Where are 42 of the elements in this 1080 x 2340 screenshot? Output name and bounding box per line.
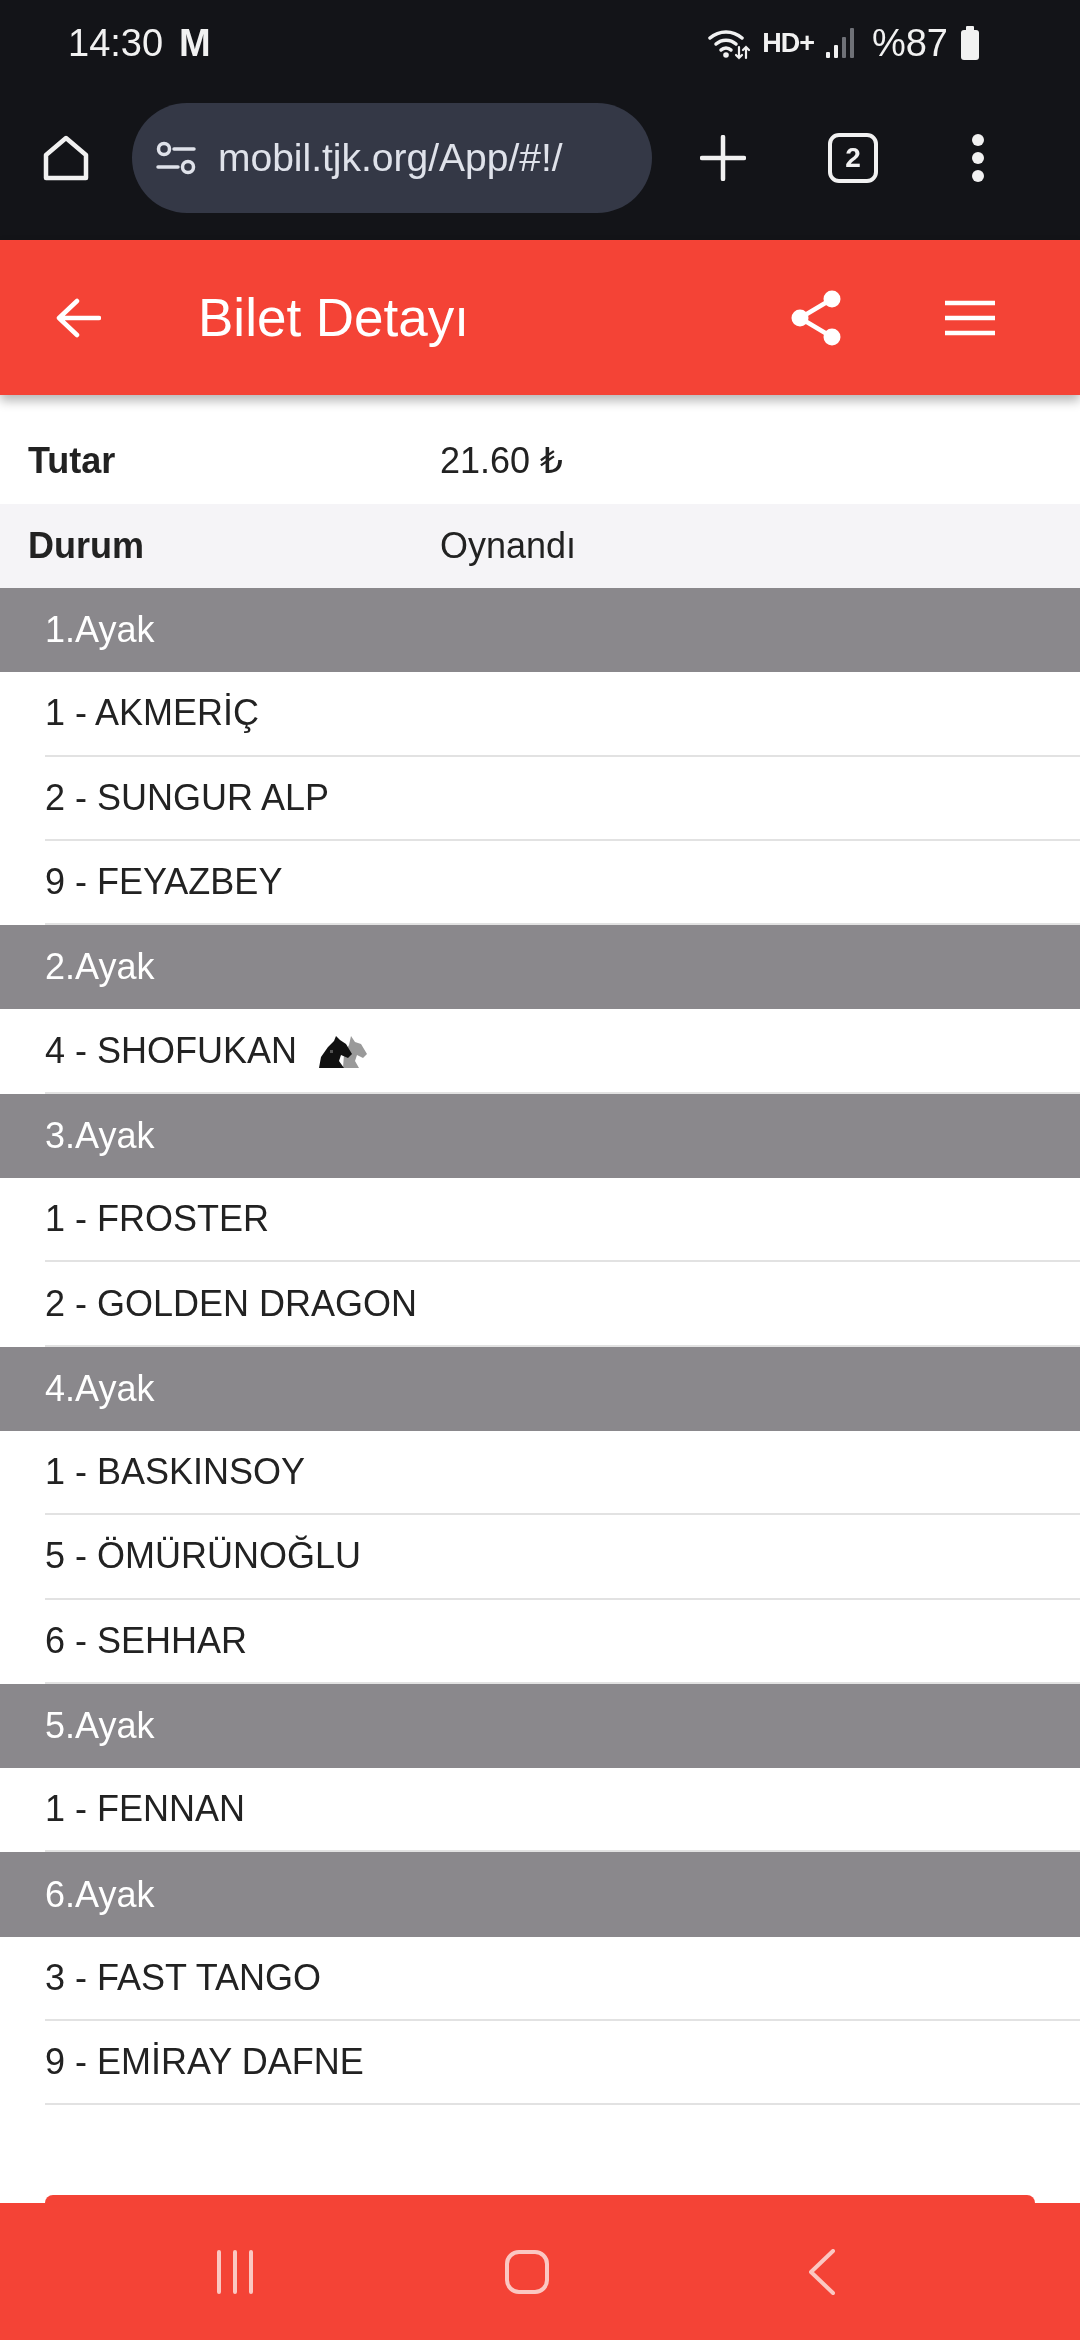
url-text: mobil.tjk.org/App/#!/ (218, 136, 563, 180)
network-type: HD+ (762, 29, 814, 57)
back-button[interactable] (55, 297, 101, 338)
leg-header: 5.Ayak (0, 1683, 1080, 1769)
leg-header: 4.Ayak (0, 1346, 1080, 1431)
leg-header: 2.Ayak (0, 925, 1080, 1010)
battery-icon (960, 26, 980, 60)
share-button[interactable] (790, 289, 842, 346)
horse-name: 1 - FROSTER (45, 1198, 269, 1241)
address-field[interactable]: mobil.tjk.org/App/#!/ (132, 103, 652, 213)
home-button[interactable] (41, 133, 91, 183)
menu-button[interactable] (945, 299, 995, 336)
tab-count-button[interactable]: 2 (828, 133, 878, 183)
page-title: Bilet Detayı (198, 287, 469, 348)
horse-name: 2 - GOLDEN DRAGON (45, 1282, 418, 1325)
horse-name: 1 - BASKINSOY (45, 1451, 306, 1494)
detail-label: Durum (27, 524, 145, 567)
horse-name: 5 - ÖMÜRÜNOĞLU (45, 1535, 362, 1578)
back-nav-button[interactable] (809, 2248, 835, 2295)
horse-name: 9 - EMİRAY DAFNE (45, 2041, 364, 2084)
battery-percent: %87 (871, 24, 948, 62)
horse-name: 1 - FENNAN (45, 1788, 246, 1831)
recents-button[interactable] (215, 2249, 255, 2294)
site-settings-icon[interactable] (156, 141, 196, 175)
horse-name: 1 - AKMERİÇ (45, 692, 260, 735)
more-menu-button[interactable] (971, 133, 985, 183)
detail-value: 21.60 ₺ (440, 440, 563, 483)
leg-header: 3.Ayak (0, 1093, 1080, 1179)
notification-glyph: M (179, 24, 211, 62)
horse-name: 6 - SEHHAR (45, 1619, 248, 1662)
horse-name: 9 - FEYAZBEY (45, 861, 283, 904)
horse-name: 4 - SHOFUKAN (45, 1029, 298, 1072)
leg-header: 6.Ayak (0, 1852, 1080, 1937)
home-nav-button[interactable] (505, 2249, 549, 2294)
leg-header: 1.Ayak (0, 588, 1080, 673)
signal-icon (825, 28, 854, 58)
detail-value: Oynandı (440, 524, 577, 567)
horse-name: 3 - FAST TANGO (45, 1956, 322, 1999)
status-time: 14:30 (68, 24, 164, 62)
horse-name: 2 - SUNGUR ALP (45, 776, 330, 819)
new-tab-button[interactable] (700, 135, 746, 181)
detail-label: Tutar (27, 440, 117, 483)
